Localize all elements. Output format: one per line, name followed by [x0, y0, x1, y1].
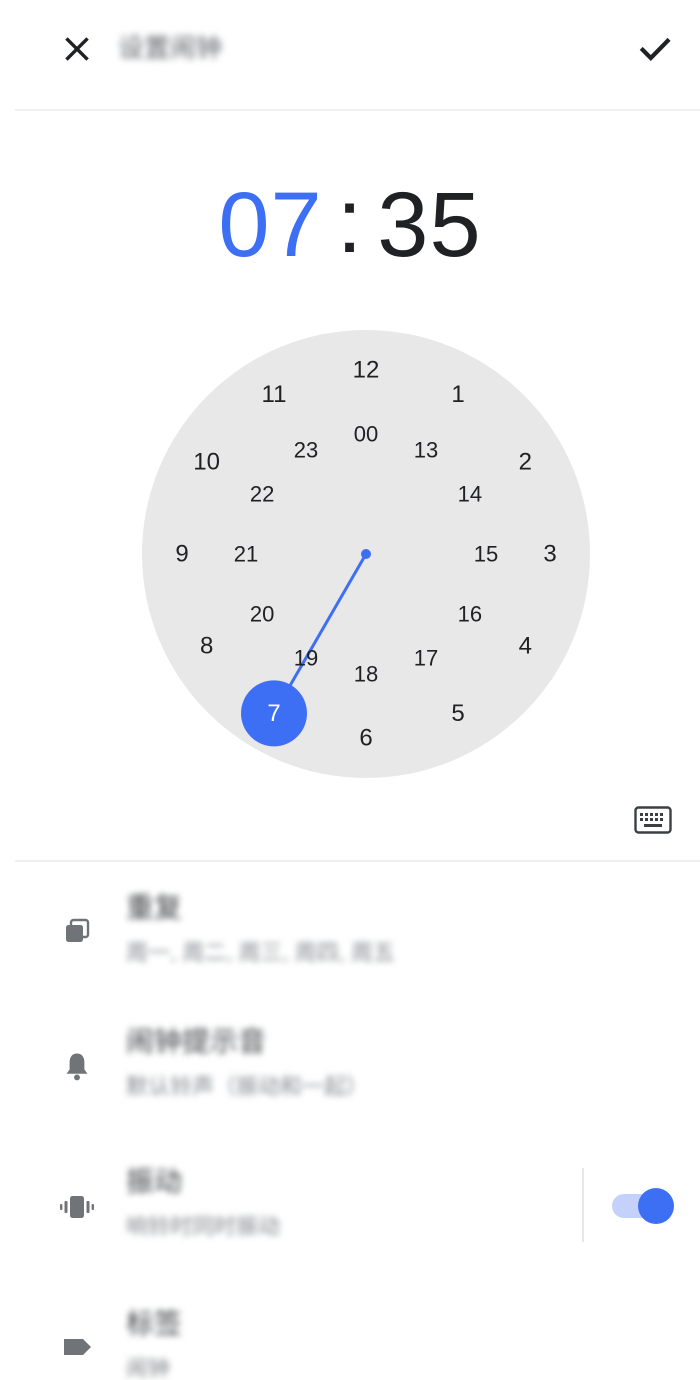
clock-inner-number[interactable]: 15: [474, 542, 498, 567]
clock-inner-number[interactable]: 18: [354, 662, 378, 687]
vibrate-toggle[interactable]: [610, 1186, 676, 1226]
time-separator: :: [336, 169, 364, 272]
clock-outer-number[interactable]: 2: [519, 449, 532, 476]
clock-outer-number[interactable]: 12: [353, 357, 380, 384]
clock-outer-number[interactable]: 10: [193, 449, 220, 476]
label-setting[interactable]: 标签 闹钟: [0, 1288, 700, 1380]
check-icon: [639, 37, 671, 61]
clock-face: 001314151617181920212223121234567891011: [142, 330, 590, 778]
clock-inner-number[interactable]: 17: [414, 645, 438, 670]
toggle-thumb: [638, 1188, 674, 1224]
clock-inner-number[interactable]: 14: [458, 482, 482, 507]
clock-inner-number[interactable]: 22: [250, 482, 274, 507]
repeat-subtitle: 周一, 周二, 周三, 周四, 周五: [126, 940, 395, 965]
clock-inner-number[interactable]: 20: [250, 602, 274, 627]
clock-outer-number[interactable]: 8: [200, 633, 213, 660]
clock-dial[interactable]: 00 13 14 15 16 17 18 19 20 21 22 23 12 1 2 3 4 5 6 7 8 9 10 11: [142, 330, 590, 778]
clock-outer-number[interactable]: 5: [451, 700, 464, 727]
ringtone-setting[interactable]: 闹钟提示音 默认铃声（振动和一起）: [0, 1006, 700, 1126]
page-title: 设置闹钟: [118, 33, 223, 63]
clock-selected-number[interactable]: 7: [267, 700, 280, 727]
confirm-button[interactable]: [630, 24, 680, 74]
keyboard-icon: [634, 806, 672, 834]
repeat-icon: [56, 910, 98, 952]
close-button[interactable]: [52, 24, 102, 74]
clock-outer-number[interactable]: 6: [359, 725, 372, 752]
bell-icon: [56, 1046, 98, 1088]
vibrate-icon: [56, 1186, 98, 1228]
ringtone-subtitle: 默认铃声（振动和一起）: [126, 1074, 369, 1099]
label-subtitle: 闹钟: [126, 1356, 171, 1380]
vibrate-subtitle: 响铃时同时振动: [126, 1214, 281, 1239]
clock-inner-number[interactable]: 21: [234, 542, 258, 567]
clock-inner-number[interactable]: 23: [294, 438, 318, 463]
hour-display[interactable]: 07: [218, 173, 322, 278]
ringtone-title: 闹钟提示音: [126, 1026, 267, 1057]
close-icon: [65, 37, 89, 61]
label-title: 标签: [126, 1308, 183, 1339]
clock-outer-number[interactable]: 4: [519, 633, 532, 660]
header-divider: [15, 109, 700, 111]
vibrate-title: 振动: [126, 1166, 183, 1197]
repeat-title: 重复: [126, 892, 183, 923]
clock-outer-number[interactable]: 11: [262, 381, 287, 408]
repeat-setting[interactable]: 重复 周一, 周二, 周三, 周四, 周五: [0, 872, 700, 992]
section-divider: [15, 860, 700, 862]
clock-inner-number[interactable]: 16: [458, 602, 482, 627]
set-alarm-screen: 设置闹钟 07 : 35 00 13 14 15 16 17 18 19 20 21 22 23 12 1…: [0, 0, 700, 1380]
keyboard-input-button[interactable]: [630, 800, 676, 840]
vibrate-setting[interactable]: 振动 响铃时同时振动: [0, 1146, 700, 1266]
toggle-separator: [582, 1168, 584, 1242]
clock-inner-number[interactable]: 00: [354, 422, 378, 447]
label-icon: [56, 1326, 98, 1368]
clock-inner-number[interactable]: 19: [294, 645, 318, 670]
clock-outer-number[interactable]: 9: [175, 541, 188, 568]
clock-inner-number[interactable]: 13: [414, 438, 438, 463]
clock-center-dot: [361, 549, 371, 559]
minute-display[interactable]: 35: [377, 173, 481, 278]
clock-outer-number[interactable]: 3: [543, 541, 556, 568]
time-display: 07 : 35: [0, 170, 700, 280]
clock-outer-number[interactable]: 1: [451, 381, 464, 408]
app-bar: 设置闹钟: [0, 0, 700, 110]
